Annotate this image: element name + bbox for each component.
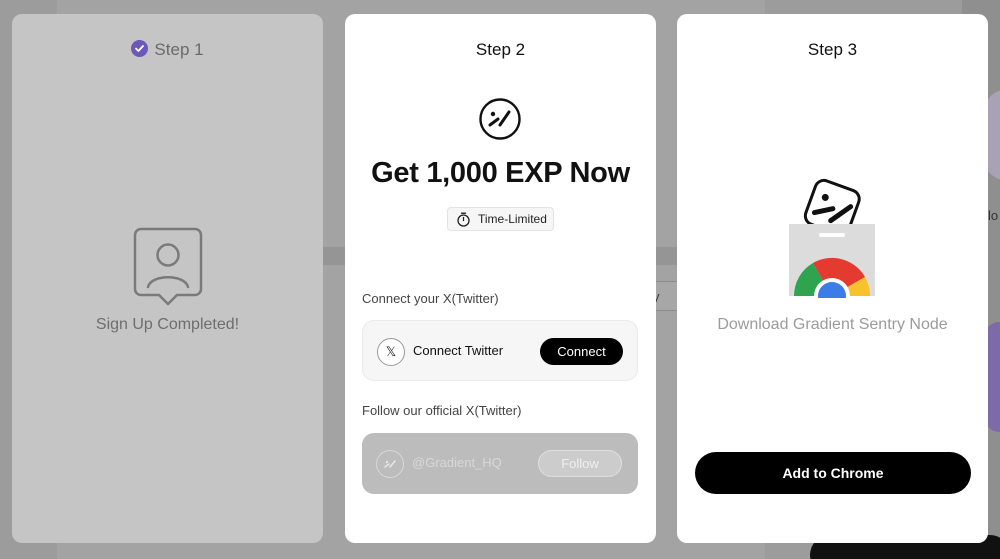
background-right-text: lo [988,208,999,223]
step2-card: Step 2 Get 1,000 EXP Now Time-Limited Co… [345,14,656,543]
step1-card: Step 1 Sign Up Completed! [12,14,323,543]
gradient-logo-icon [479,98,521,145]
stopwatch-icon [457,212,470,227]
twitter-handle: @Gradient_HQ [412,455,502,470]
x-logo-icon: 𝕏 [377,338,405,366]
step1-title-text: Step 1 [154,40,204,59]
step3-card: Step 3 Download Gradient Sentry Node Add… [677,14,988,543]
time-limited-badge: Time-Limited [447,207,554,231]
connect-twitter-row: 𝕏 Connect Twitter Connect [362,320,638,381]
follow-button[interactable]: Follow [538,450,622,477]
add-to-chrome-button[interactable]: Add to Chrome [695,452,971,494]
chrome-extension-icon [789,178,877,314]
connect-section-label: Connect your X(Twitter) [362,291,499,306]
signup-status: Sign Up Completed! [95,316,240,333]
connect-twitter-label: Connect Twitter [413,343,504,358]
step3-title: Step 3 [807,40,858,59]
promo-headline: Get 1,000 EXP Now [371,157,630,189]
connect-button[interactable]: Connect [540,338,623,365]
user-profile-icon [133,227,203,312]
step2-title: Step 2 [475,40,526,59]
step1-title: Step 1 [12,40,323,60]
download-description: Download Gradient Sentry Node [717,316,948,333]
follow-twitter-row: @Gradient_HQ Follow [362,433,638,494]
badge-label: Time-Limited [478,212,547,226]
gradient-logo-icon [376,450,404,478]
check-circle-icon [131,40,149,57]
follow-section-label: Follow our official X(Twitter) [362,403,522,418]
